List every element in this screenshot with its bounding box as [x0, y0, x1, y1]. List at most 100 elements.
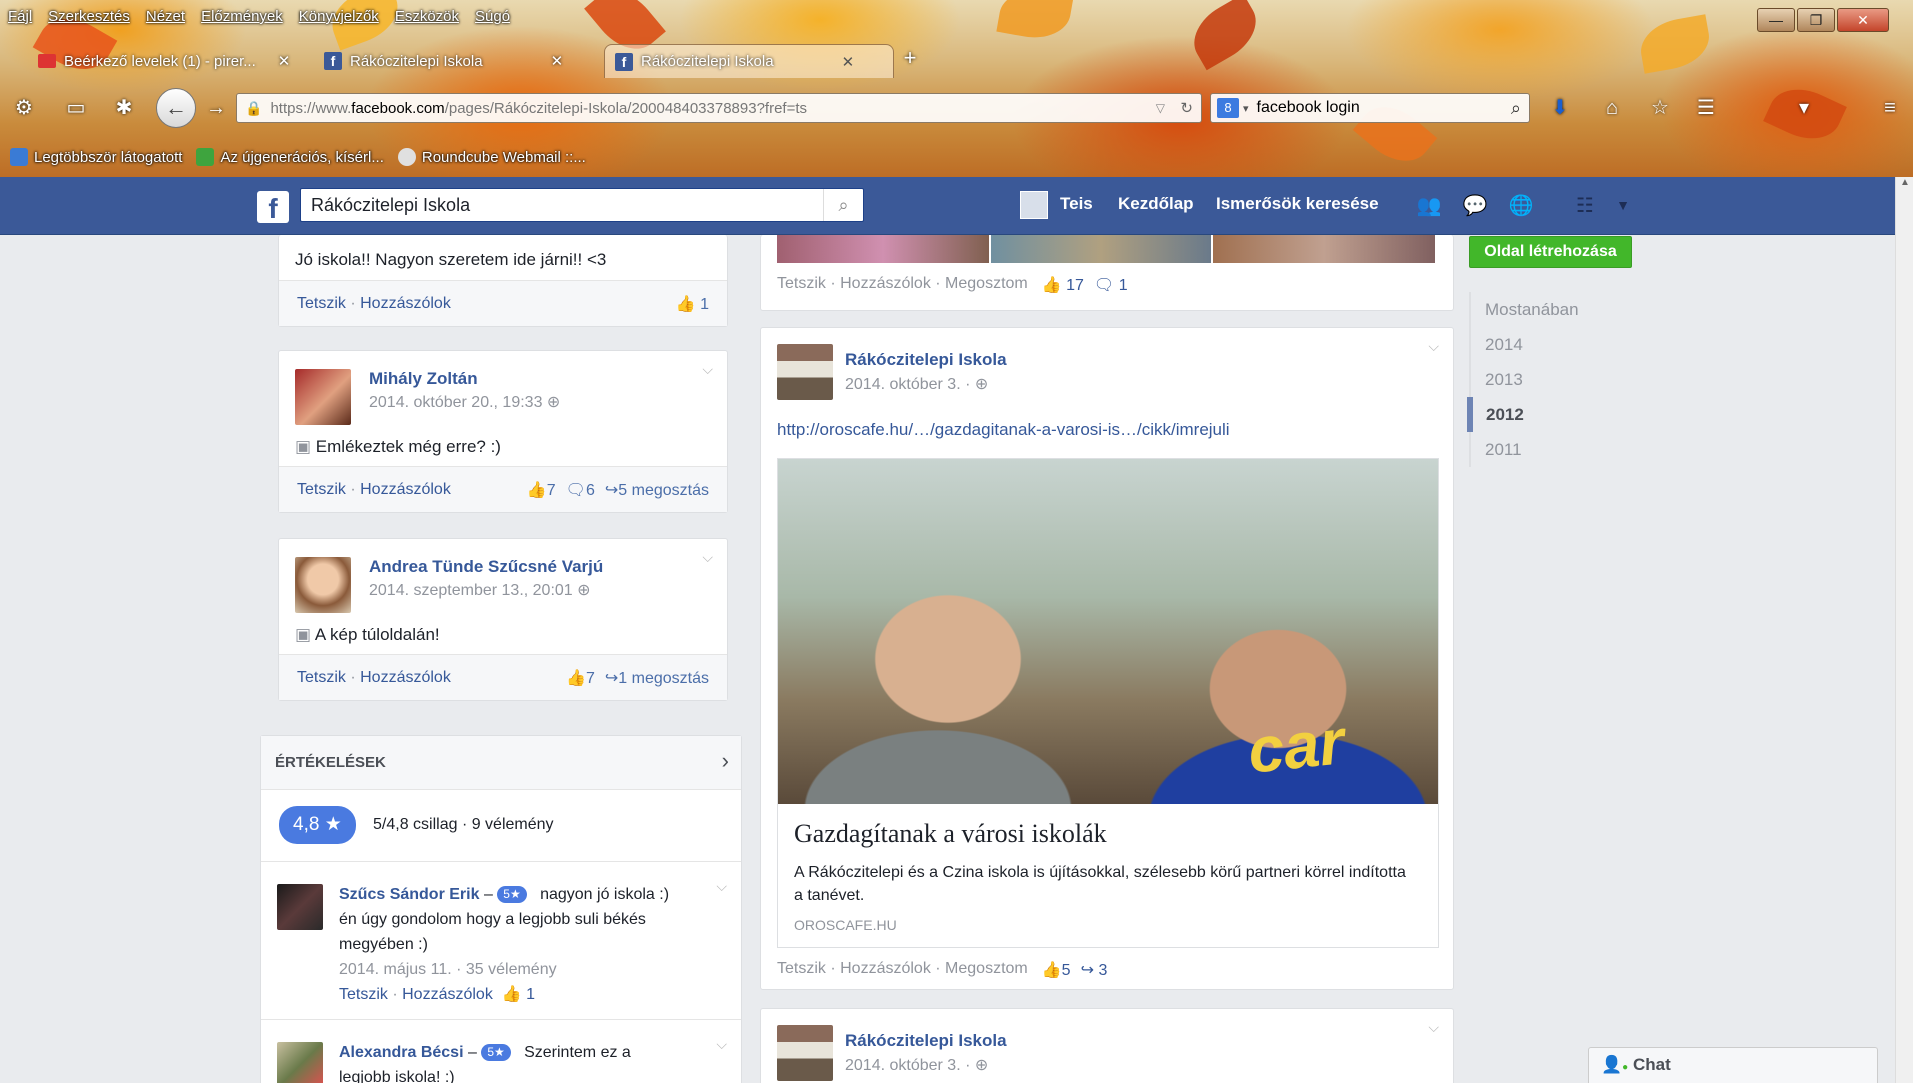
reload-icon[interactable]: ↻	[1180, 99, 1193, 117]
messages-icon[interactable]: 💬	[1460, 193, 1490, 219]
bookmarks-list-icon[interactable]: ☰	[1692, 94, 1720, 122]
shared-link-url[interactable]: http://oroscafe.hu/…/gazdagitanak-a-varo…	[777, 420, 1230, 440]
comment-link[interactable]: Hozzászólok	[840, 275, 931, 295]
bookmark-new-generation[interactable]: Az újgenerációs, kísérl...	[196, 148, 384, 166]
friend-requests-icon[interactable]: 👥	[1414, 193, 1444, 219]
tab-facebook-active[interactable]: f Rákóczitelepi Iskola ✕	[604, 44, 894, 78]
hamburger-menu-icon[interactable]: ≡	[1876, 94, 1904, 122]
avatar[interactable]	[777, 1025, 833, 1081]
search-engine-icon[interactable]: 8	[1217, 98, 1239, 118]
share-link[interactable]: Megosztom	[945, 275, 1028, 295]
timeline-item-2013[interactable]: 2013	[1469, 362, 1629, 397]
article-headline[interactable]: Gazdagítanak a városi iskolák	[794, 819, 1107, 849]
close-window-button[interactable]: ✕	[1837, 8, 1889, 32]
extension-icon[interactable]: ✱	[110, 94, 138, 122]
avatar[interactable]	[277, 1042, 323, 1083]
timeline-item-recent[interactable]: Mostanában	[1469, 292, 1629, 327]
post-author[interactable]: Mihály Zoltán	[369, 369, 478, 389]
post-author[interactable]: Rákóczitelepi Iskola	[845, 350, 1007, 370]
search-icon[interactable]: ⌕	[1511, 98, 1521, 119]
home-icon[interactable]: ⌂	[1598, 94, 1626, 122]
window-icon[interactable]: ▭	[62, 94, 90, 122]
comment-link[interactable]: Hozzászólok	[360, 669, 451, 687]
notifications-icon[interactable]: 🌐	[1506, 193, 1536, 219]
share-count[interactable]: ↪ 3	[1081, 960, 1108, 980]
bookmark-most-visited[interactable]: Legtöbbször látogatott	[10, 148, 182, 166]
addon-menu-icon[interactable]: ▾	[1790, 94, 1818, 122]
menu-tools[interactable]: Eszközök	[395, 8, 459, 36]
avatar[interactable]	[1020, 191, 1048, 219]
maximize-button[interactable]: ❐	[1797, 8, 1835, 32]
chevron-down-icon[interactable]: ⌵	[702, 361, 713, 378]
chevron-down-icon[interactable]: ⌵	[702, 549, 713, 566]
create-page-button[interactable]: Oldal létrehozása	[1469, 236, 1632, 268]
chevron-right-icon[interactable]: ›	[722, 748, 729, 774]
tab-close-icon[interactable]: ✕	[842, 53, 855, 71]
timeline-item-2014[interactable]: 2014	[1469, 327, 1629, 362]
timeline-item-2011[interactable]: 2011	[1469, 432, 1629, 467]
account-menu-icon[interactable]: ▼	[1608, 197, 1638, 223]
addon-icon[interactable]: ⚙	[10, 94, 38, 122]
browser-search-bar[interactable]: 8 ▾ facebook login ⌕	[1210, 93, 1530, 123]
like-link[interactable]: Tetszik	[339, 986, 388, 1003]
tab-facebook-1[interactable]: f Rákóczitelepi Iskola ✕	[314, 44, 604, 78]
post-photo[interactable]	[777, 235, 989, 263]
page-scrollbar[interactable]: ▲	[1895, 177, 1913, 1083]
link-preview[interactable]: car Gazdagítanak a városi iskolák A Rákó…	[777, 458, 1439, 948]
facebook-logo-icon[interactable]: f	[257, 191, 289, 224]
download-icon[interactable]: ⬇	[1546, 94, 1574, 122]
comment-link[interactable]: Hozzászólok	[402, 986, 493, 1003]
share-link[interactable]: Megosztom	[945, 960, 1028, 980]
comment-link[interactable]: Hozzászólok	[840, 960, 931, 980]
like-link[interactable]: Tetszik	[297, 669, 346, 687]
avatar[interactable]	[295, 369, 351, 425]
comment-link[interactable]: Hozzászólok	[360, 481, 451, 499]
search-icon[interactable]: ⌕	[823, 189, 863, 221]
back-button[interactable]: ←	[156, 88, 196, 128]
avatar[interactable]	[295, 557, 351, 613]
chevron-down-icon[interactable]: ⌵	[1428, 1019, 1439, 1036]
menu-help[interactable]: Súgó	[475, 8, 510, 36]
avatar[interactable]	[777, 344, 833, 400]
menu-view[interactable]: Nézet	[146, 8, 185, 36]
find-friends-link[interactable]: Ismerősök keresése	[1216, 194, 1379, 214]
chat-bar[interactable]: 👤● Chat	[1588, 1047, 1878, 1083]
tab-mail[interactable]: Beérkező levelek (1) - pirer... ✕	[28, 44, 314, 78]
post-author[interactable]: Andrea Tünde Szűcsné Varjú	[369, 557, 603, 577]
ratings-header[interactable]: ÉRTÉKELÉSEK ›	[261, 736, 741, 790]
article-photo[interactable]: car	[778, 459, 1438, 804]
scroll-up-icon[interactable]: ▲	[1896, 177, 1913, 195]
url-bar[interactable]: 🔒 https://www. facebook.com/pages/Rákóczi…	[236, 93, 1202, 123]
share-count[interactable]: ↪5 megosztás	[605, 480, 709, 500]
like-link[interactable]: Tetszik	[777, 960, 826, 980]
chevron-down-icon[interactable]: ▾	[1243, 102, 1249, 115]
share-count[interactable]: ↪1 megosztás	[605, 668, 709, 688]
comment-link[interactable]: Hozzászólok	[360, 295, 451, 313]
home-link[interactable]: Kezdőlap	[1118, 194, 1194, 214]
url-dropdown-icon[interactable]: ▽	[1156, 101, 1165, 115]
bookmark-star-icon[interactable]: ☆	[1646, 94, 1674, 122]
chevron-down-icon[interactable]: ⌵	[1428, 338, 1439, 355]
new-tab-button[interactable]: +	[894, 44, 926, 74]
bookmark-roundcube[interactable]: Roundcube Webmail ::...	[397, 148, 586, 166]
review-author[interactable]: Alexandra Bécsi	[339, 1044, 464, 1061]
facebook-search-input[interactable]: Rákóczitelepi Iskola ⌕	[300, 188, 864, 222]
like-link[interactable]: Tetszik	[777, 275, 826, 295]
post-photo[interactable]	[991, 235, 1211, 263]
chevron-down-icon[interactable]: ⌵	[716, 1036, 727, 1053]
chevron-down-icon[interactable]: ⌵	[716, 878, 727, 895]
profile-link[interactable]: Teis	[1060, 194, 1093, 214]
timeline-item-2012[interactable]: 2012	[1467, 397, 1629, 432]
avatar[interactable]	[277, 884, 323, 930]
post-author[interactable]: Rákóczitelepi Iskola	[845, 1031, 1007, 1051]
post-photo[interactable]	[1213, 235, 1435, 263]
like-link[interactable]: Tetszik	[297, 295, 346, 313]
menu-file[interactable]: Fájl	[8, 8, 32, 36]
tab-close-icon[interactable]: ✕	[551, 52, 564, 70]
review-author[interactable]: Szűcs Sándor Erik	[339, 886, 480, 903]
menu-edit[interactable]: Szerkesztés	[48, 8, 130, 36]
menu-history[interactable]: Előzmények	[201, 8, 283, 36]
forward-icon[interactable]: →	[202, 94, 230, 122]
minimize-button[interactable]: —	[1757, 8, 1795, 32]
like-link[interactable]: Tetszik	[297, 481, 346, 499]
